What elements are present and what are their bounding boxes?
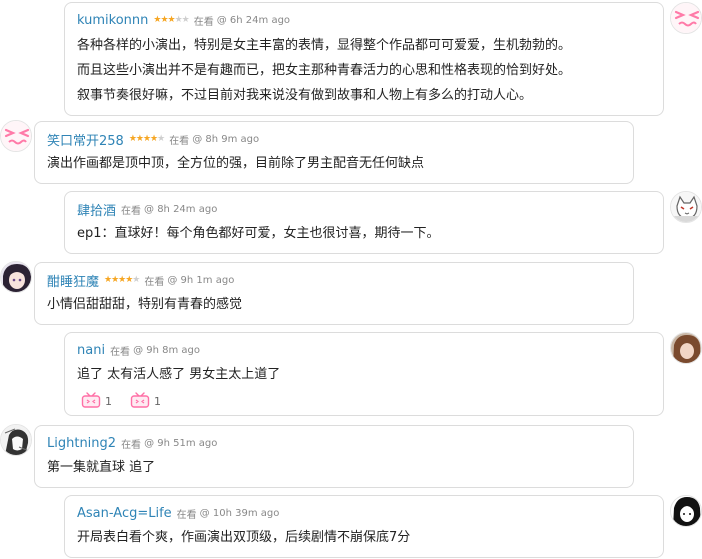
comment-meta: Lightning2 在看 @ 9h 51m ago xyxy=(47,434,621,452)
pink-smiley-avatar[interactable] xyxy=(0,120,32,152)
watch-status: 在看 xyxy=(169,135,190,147)
comment-meta: 酣睡狂魔 ★★★★★ 在看 @ 9h 1m ago xyxy=(47,271,621,290)
rating-stars: ★★★★★ xyxy=(128,133,165,144)
black-hair-avatar[interactable] xyxy=(670,495,702,527)
comment-time: @ 8h 24m ago xyxy=(144,203,218,215)
comment-card: nani 在看 @ 9h 8m ago 追了 太有活人感了 男女主太上道了 1 xyxy=(64,332,664,416)
comment-time: @ 9h 51m ago xyxy=(144,437,218,449)
cat-avatar[interactable] xyxy=(670,191,702,223)
watch-status: 在看 xyxy=(110,346,131,358)
watch-status: 在看 xyxy=(176,509,197,521)
comment-meta: nani 在看 @ 9h 8m ago xyxy=(77,341,651,359)
comment-card: 酣睡狂魔 ★★★★★ 在看 @ 9h 1m ago 小情侣甜甜甜，特别有青春的感… xyxy=(34,262,634,325)
anime-girl-avatar[interactable] xyxy=(0,261,32,293)
comment-line: 各种各样的小演出，特别是女主丰富的表情，显得整个作品都可可爱爱，生机勃勃的。 xyxy=(77,38,572,53)
reaction-bar: 1 1 xyxy=(77,391,651,412)
pink-smiley-avatar[interactable] xyxy=(670,2,702,34)
comment-username[interactable]: Asan-Acg=Life xyxy=(77,506,172,521)
comment-username[interactable]: 酣睡狂魔 xyxy=(47,271,99,290)
comment-time: @ 9h 1m ago xyxy=(167,274,235,286)
comment-username[interactable]: nani xyxy=(77,343,105,358)
comment-meta: Asan-Acg=Life 在看 @ 10h 39m ago xyxy=(77,504,651,522)
watch-status: 在看 xyxy=(121,439,142,451)
reaction-button[interactable]: 1 xyxy=(126,391,165,412)
watch-status: 在看 xyxy=(144,276,165,288)
comment-card: kumikonnn ★★★★★ 在看 @ 6h 24m ago 各种各样的小演出… xyxy=(64,2,664,116)
comment-time: @ 9h 8m ago xyxy=(133,344,200,356)
comment-card: Asan-Acg=Life 在看 @ 10h 39m ago 开局表白看个爽，作… xyxy=(64,495,664,558)
comment-text: 演出作画都是顶中顶，全方位的强，目前除了男主配音无任何缺点 xyxy=(47,156,425,171)
watch-status: 在看 xyxy=(121,205,142,217)
comment-username[interactable]: Lightning2 xyxy=(47,436,116,451)
comment-text: 开局表白看个爽，作画演出双顶级，后续剧情不崩保底7分 xyxy=(77,530,411,545)
comment-meta: 笑口常开258 ★★★★★ 在看 @ 8h 9m ago xyxy=(47,130,621,149)
comment-time: @ 10h 39m ago xyxy=(199,507,280,519)
watch-status: 在看 xyxy=(193,16,214,28)
comment-meta: kumikonnn ★★★★★ 在看 @ 6h 24m ago xyxy=(77,11,651,29)
comment-line: 而且这些小演出并不是有趣而已，把女主那种青春活力的心思和性格表现的恰到好处。 xyxy=(77,63,572,78)
comment-time: @ 8h 9m ago xyxy=(192,133,260,145)
comment-meta: 肆拾酒 在看 @ 8h 24m ago xyxy=(77,200,651,219)
comment-time: @ 6h 24m ago xyxy=(216,14,291,26)
comment-username[interactable]: 笑口常开258 xyxy=(47,130,124,149)
comment-text: 追了 太有活人感了 男女主太上道了 xyxy=(77,367,281,382)
comment-username[interactable]: 肆拾酒 xyxy=(77,200,116,219)
reaction-count: 1 xyxy=(105,395,112,408)
comment-text: 第一集就直球 追了 xyxy=(47,460,156,475)
comment-card: 肆拾酒 在看 @ 8h 24m ago ep1：直球好！每个角色都好可爱，女主也… xyxy=(64,191,664,254)
comment-text: ep1：直球好！每个角色都好可爱，女主也很讨喜，期待一下。 xyxy=(77,226,440,241)
rating-stars: ★★★★★ xyxy=(104,274,140,285)
rating-stars: ★★★★★ xyxy=(153,14,189,25)
comment-text: 小情侣甜甜甜，特别有青春的感觉 xyxy=(47,297,243,312)
bilibili-tv-icon xyxy=(81,392,101,411)
reaction-count: 1 xyxy=(154,395,161,408)
comment-line: 叙事节奏很好嘛，不过目前对我来说没有做到故事和人物上有多么的打动人心。 xyxy=(77,88,533,103)
reaction-button[interactable]: 1 xyxy=(77,391,116,412)
comment-card: Lightning2 在看 @ 9h 51m ago 第一集就直球 追了 xyxy=(34,425,634,488)
brown-hair-avatar[interactable] xyxy=(670,332,702,364)
comment-username[interactable]: kumikonnn xyxy=(77,13,148,28)
bilibili-tv-icon xyxy=(130,392,150,411)
comment-text: 各种各样的小演出，特别是女主丰富的表情，显得整个作品都可可爱爱，生机勃勃的。 而… xyxy=(77,33,651,108)
comment-card: 笑口常开258 ★★★★★ 在看 @ 8h 9m ago 演出作画都是顶中顶，全… xyxy=(34,121,634,184)
manga-avatar[interactable] xyxy=(0,424,32,456)
